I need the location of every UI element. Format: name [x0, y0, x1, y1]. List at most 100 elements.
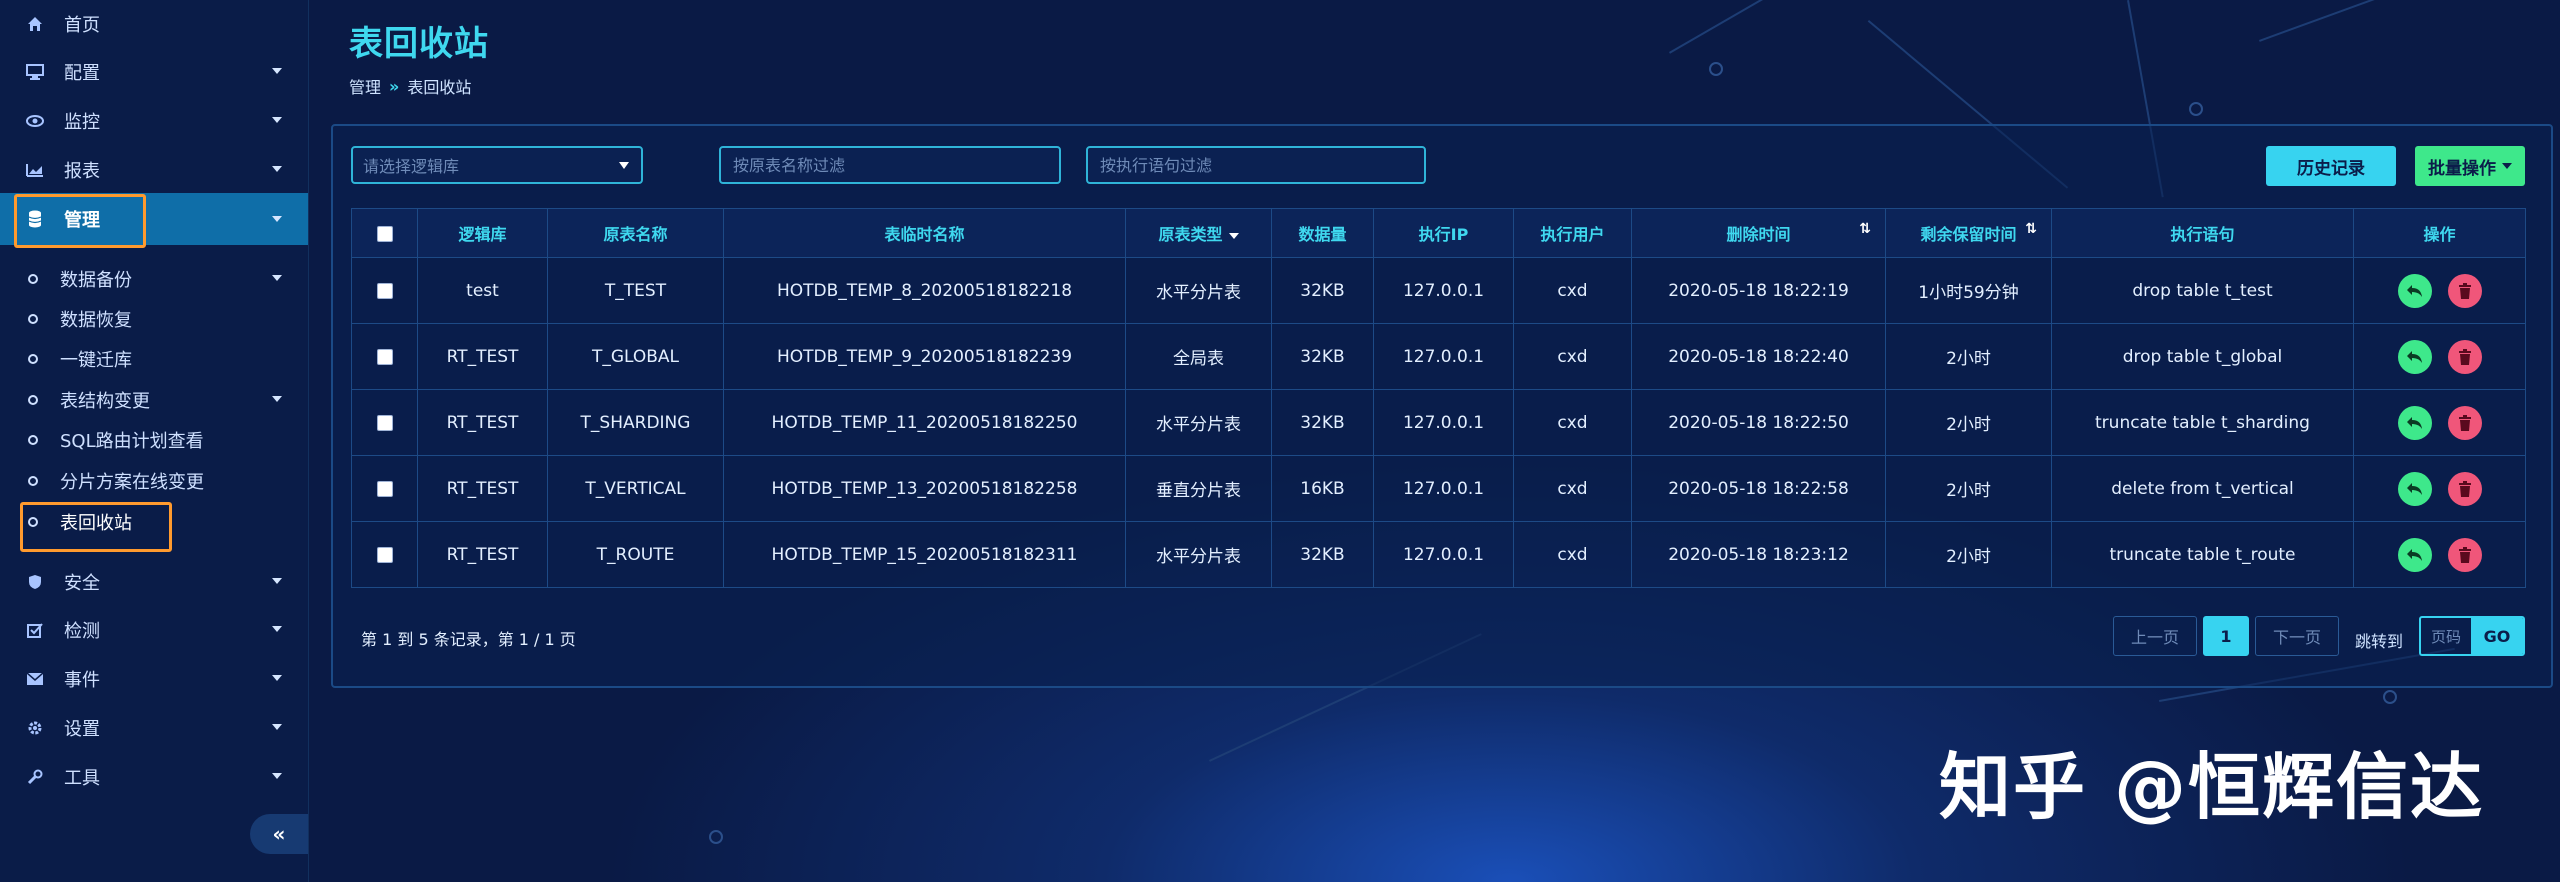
table-cell: 1小时59分钟 — [1885, 257, 2052, 324]
row-checkbox[interactable] — [376, 546, 393, 563]
table-cell: T_TEST — [547, 257, 724, 324]
table-cell: 2小时 — [1885, 389, 2052, 456]
table-row: RT_TEST T_GLOBAL HOTDB_TEMP_9_202005181822… — [351, 323, 2526, 390]
sidebar-subitem-recycle-bin[interactable]: 表回收站 — [0, 505, 308, 539]
go-button[interactable]: GO — [2471, 618, 2523, 654]
sidebar-collapse-button[interactable]: « — [250, 814, 308, 854]
sidebar-item-home[interactable]: 首页 — [0, 4, 308, 44]
chevron-down-icon — [272, 396, 282, 402]
sidebar-subitem-backup[interactable]: 数据备份 — [0, 262, 308, 296]
logic-db-select[interactable]: 请选择逻辑库 — [351, 146, 643, 184]
select-all-checkbox[interactable] — [376, 226, 393, 242]
column-header: 数据量 — [1271, 208, 1374, 258]
table-cell: 全局表 — [1125, 323, 1272, 390]
shield-icon — [24, 571, 46, 593]
restore-button[interactable] — [2397, 339, 2432, 374]
sidebar-subitem-label: 表结构变更 — [60, 391, 150, 412]
table-cell: 2小时 — [1885, 323, 2052, 390]
column-header-label: 删除时间 — [1726, 225, 1791, 244]
home-icon — [24, 13, 46, 35]
delete-button[interactable] — [2447, 471, 2482, 506]
page-number-input[interactable]: 页码 — [2421, 618, 2471, 654]
sidebar-subitem-label: 一键迁库 — [60, 350, 132, 371]
pagination-info: 第 1 到 5 条记录，第 1 / 1 页 — [361, 630, 576, 649]
row-select-cell — [351, 521, 418, 588]
delete-button[interactable] — [2447, 273, 2482, 308]
sidebar-item-events[interactable]: 事件 — [0, 659, 308, 699]
sort-icon[interactable]: ⇅ — [1859, 221, 1871, 237]
table-name-filter-input[interactable] — [731, 154, 1049, 176]
select-all-cell — [351, 208, 418, 258]
sidebar: 首页 配置 监控 报表 管理 数据备份 数据恢复 一键迁库 表结构变更 SQL路… — [0, 0, 309, 882]
sidebar-item-detection[interactable]: 检测 — [0, 610, 308, 650]
column-header: 表临时名称 — [723, 208, 1126, 258]
row-checkbox[interactable] — [376, 480, 393, 497]
sidebar-item-management[interactable]: 管理 — [0, 193, 308, 245]
sidebar-item-label: 事件 — [64, 670, 100, 691]
statement-filter[interactable] — [1086, 146, 1426, 184]
sidebar-item-monitor[interactable]: 监控 — [0, 101, 308, 141]
bullet-icon — [28, 354, 38, 364]
chevron-down-icon — [272, 675, 282, 681]
table-cell: RT_TEST — [417, 389, 548, 456]
sidebar-item-reports[interactable]: 报表 — [0, 150, 308, 190]
sidebar-subitem-schema-change[interactable]: 表结构变更 — [0, 383, 308, 417]
chevron-down-icon — [272, 626, 282, 632]
sidebar-subitem-migrate[interactable]: 一键迁库 — [0, 342, 308, 376]
trash-icon — [2458, 348, 2471, 365]
delete-button[interactable] — [2447, 339, 2482, 374]
restore-button[interactable] — [2397, 537, 2432, 572]
restore-button[interactable] — [2397, 471, 2432, 506]
page-1-button[interactable]: 1 — [2203, 616, 2249, 656]
bullet-icon — [28, 517, 38, 527]
table-cell: 垂直分片表 — [1125, 455, 1272, 522]
sort-icon[interactable]: ⇅ — [2025, 221, 2037, 237]
row-checkbox[interactable] — [376, 414, 393, 431]
bullet-icon — [28, 476, 38, 486]
trash-icon — [2458, 480, 2471, 497]
chevron-down-icon — [272, 117, 282, 123]
sidebar-subitem-sql-route[interactable]: SQL路由计划查看 — [0, 423, 308, 457]
table-cell: T_GLOBAL — [547, 323, 724, 390]
statement-filter-input[interactable] — [1098, 154, 1414, 176]
column-header-type[interactable]: 原表类型 — [1125, 208, 1272, 258]
row-actions-cell — [2353, 521, 2526, 588]
sidebar-item-security[interactable]: 安全 — [0, 562, 308, 602]
batch-actions-button[interactable]: 批量操作 — [2415, 146, 2525, 186]
column-header-retention[interactable]: 剩余保留时间 ⇅ — [1885, 208, 2052, 258]
sidebar-item-settings[interactable]: 设置 — [0, 708, 308, 748]
row-actions-cell — [2353, 257, 2526, 324]
restore-button[interactable] — [2397, 273, 2432, 308]
breadcrumb-item-current: 表回收站 — [407, 78, 472, 97]
sidebar-subitem-restore[interactable]: 数据恢复 — [0, 302, 308, 336]
undo-arrow-icon — [2406, 350, 2422, 363]
table-cell: 32KB — [1271, 257, 1374, 324]
table-row: RT_TEST T_ROUTE HOTDB_TEMP_15_202005181823… — [351, 521, 2526, 588]
table-cell: T_SHARDING — [547, 389, 724, 456]
table-cell: 水平分片表 — [1125, 521, 1272, 588]
next-page-button[interactable]: 下一页 — [2255, 616, 2339, 656]
column-header-delete-time[interactable]: 删除时间 ⇅ — [1631, 208, 1886, 258]
table-body: test T_TEST HOTDB_TEMP_8_20200518182218 水平分… — [351, 257, 2526, 588]
history-button[interactable]: 历史记录 — [2266, 146, 2396, 186]
restore-button[interactable] — [2397, 405, 2432, 440]
bullet-icon — [28, 435, 38, 445]
delete-button[interactable] — [2447, 537, 2482, 572]
table-row: RT_TEST T_SHARDING HOTDB_TEMP_11_202005181… — [351, 389, 2526, 456]
table-name-filter[interactable] — [719, 146, 1061, 184]
sidebar-item-label: 配置 — [64, 63, 100, 84]
row-checkbox[interactable] — [376, 348, 393, 365]
row-select-cell — [351, 323, 418, 390]
prev-page-button[interactable]: 上一页 — [2113, 616, 2197, 656]
chevron-down-icon — [272, 275, 282, 281]
sidebar-item-config[interactable]: 配置 — [0, 52, 308, 92]
main-content: 表回收站 管理 » 表回收站 请选择逻辑库 历史记录 批量操作 逻辑库 — [309, 0, 2560, 882]
chevron-down-icon — [272, 216, 282, 222]
sidebar-subitem-sharding-change[interactable]: 分片方案在线变更 — [0, 464, 308, 498]
breadcrumb-item-management[interactable]: 管理 — [349, 74, 381, 98]
chevron-down-icon — [272, 166, 282, 172]
delete-button[interactable] — [2447, 405, 2482, 440]
row-checkbox[interactable] — [376, 282, 393, 299]
sidebar-item-tools[interactable]: 工具 — [0, 757, 308, 797]
sidebar-item-label: 监控 — [64, 112, 100, 133]
